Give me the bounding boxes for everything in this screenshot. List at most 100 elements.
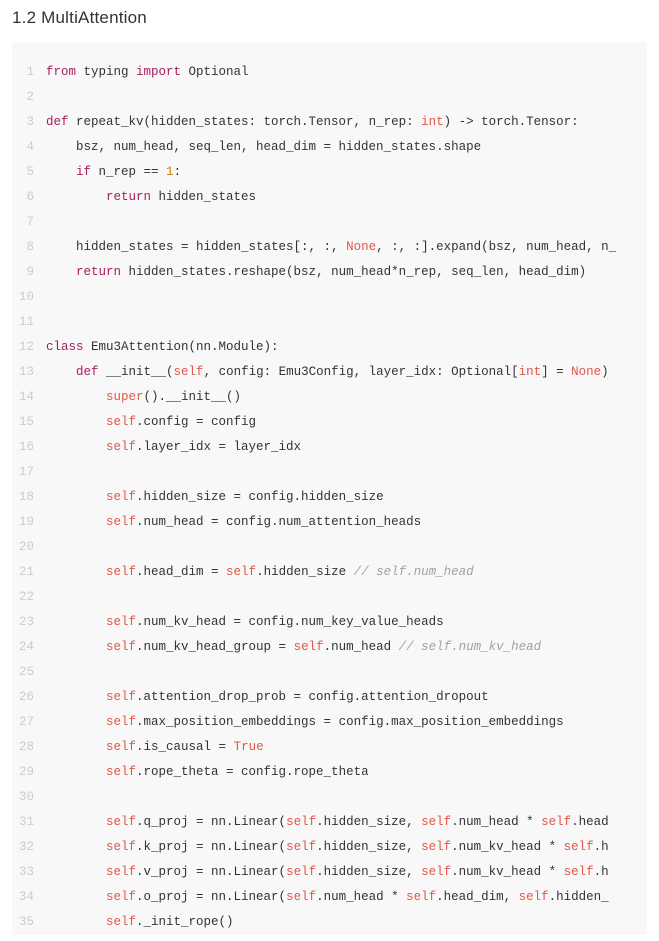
code-line: 20 [12, 535, 647, 560]
line-number: 21 [12, 560, 46, 585]
line-number: 18 [12, 485, 46, 510]
code-line: 13 def __init__(self, config: Emu3Config… [12, 360, 647, 385]
line-number: 16 [12, 435, 46, 460]
line-number: 29 [12, 760, 46, 785]
line-number: 4 [12, 135, 46, 160]
code-content [46, 585, 647, 610]
line-number: 19 [12, 510, 46, 535]
code-line: 22 [12, 585, 647, 610]
code-content: self.is_causal = True [46, 735, 647, 760]
code-content [46, 460, 647, 485]
code-content: self.attention_drop_prob = config.attent… [46, 685, 647, 710]
line-number: 3 [12, 110, 46, 135]
line-number: 27 [12, 710, 46, 735]
code-line: 30 [12, 785, 647, 810]
code-content: self.o_proj = nn.Linear(self.num_head * … [46, 885, 647, 910]
line-number: 5 [12, 160, 46, 185]
section-heading: 1.2 MultiAttention [0, 0, 659, 42]
line-number: 10 [12, 285, 46, 310]
line-number: 32 [12, 835, 46, 860]
code-line: 25 [12, 660, 647, 685]
line-number: 6 [12, 185, 46, 210]
code-line: 21 self.head_dim = self.hidden_size // s… [12, 560, 647, 585]
code-line: 6 return hidden_states [12, 185, 647, 210]
line-number: 11 [12, 310, 46, 335]
line-number: 26 [12, 685, 46, 710]
line-number: 7 [12, 210, 46, 235]
code-content [46, 535, 647, 560]
code-line: 19 self.num_head = config.num_attention_… [12, 510, 647, 535]
code-content: from typing import Optional [46, 60, 647, 85]
code-line: 28 self.is_causal = True [12, 735, 647, 760]
code-content: self.q_proj = nn.Linear(self.hidden_size… [46, 810, 647, 835]
code-line: 11 [12, 310, 647, 335]
code-content [46, 310, 647, 335]
line-number: 33 [12, 860, 46, 885]
line-number: 25 [12, 660, 46, 685]
code-content: self.k_proj = nn.Linear(self.hidden_size… [46, 835, 647, 860]
code-line: 12class Emu3Attention(nn.Module): [12, 335, 647, 360]
code-line: 33 self.v_proj = nn.Linear(self.hidden_s… [12, 860, 647, 885]
code-line: 14 super().__init__() [12, 385, 647, 410]
code-content: self.num_kv_head = config.num_key_value_… [46, 610, 647, 635]
code-line: 16 self.layer_idx = layer_idx [12, 435, 647, 460]
code-block: 1from typing import Optional23def repeat… [12, 42, 647, 935]
code-line: 23 self.num_kv_head = config.num_key_val… [12, 610, 647, 635]
code-content: return hidden_states [46, 185, 647, 210]
code-line: 17 [12, 460, 647, 485]
line-number: 8 [12, 235, 46, 260]
line-number: 28 [12, 735, 46, 760]
code-content: def repeat_kv(hidden_states: torch.Tenso… [46, 110, 647, 135]
code-content [46, 210, 647, 235]
code-line: 31 self.q_proj = nn.Linear(self.hidden_s… [12, 810, 647, 835]
code-line: 27 self.max_position_embeddings = config… [12, 710, 647, 735]
code-line: 1from typing import Optional [12, 60, 647, 85]
code-content: self._init_rope() [46, 910, 647, 935]
line-number: 35 [12, 910, 46, 935]
line-number: 30 [12, 785, 46, 810]
line-number: 9 [12, 260, 46, 285]
code-line: 32 self.k_proj = nn.Linear(self.hidden_s… [12, 835, 647, 860]
code-line: 15 self.config = config [12, 410, 647, 435]
code-line: 5 if n_rep == 1: [12, 160, 647, 185]
code-line: 34 self.o_proj = nn.Linear(self.num_head… [12, 885, 647, 910]
code-line: 24 self.num_kv_head_group = self.num_hea… [12, 635, 647, 660]
line-number: 24 [12, 635, 46, 660]
code-line: 10 [12, 285, 647, 310]
line-number: 15 [12, 410, 46, 435]
code-content: super().__init__() [46, 385, 647, 410]
line-number: 13 [12, 360, 46, 385]
code-content [46, 785, 647, 810]
line-number: 17 [12, 460, 46, 485]
code-line: 29 self.rope_theta = config.rope_theta [12, 760, 647, 785]
code-line: 35 self._init_rope() [12, 910, 647, 935]
code-content: if n_rep == 1: [46, 160, 647, 185]
code-content: self.num_kv_head_group = self.num_head /… [46, 635, 647, 660]
code-line: 9 return hidden_states.reshape(bsz, num_… [12, 260, 647, 285]
line-number: 22 [12, 585, 46, 610]
line-number: 31 [12, 810, 46, 835]
code-content: self.layer_idx = layer_idx [46, 435, 647, 460]
code-content: self.head_dim = self.hidden_size // self… [46, 560, 647, 585]
code-content: self.num_head = config.num_attention_hea… [46, 510, 647, 535]
line-number: 14 [12, 385, 46, 410]
code-line: 7 [12, 210, 647, 235]
code-content: self.max_position_embeddings = config.ma… [46, 710, 647, 735]
code-line: 3def repeat_kv(hidden_states: torch.Tens… [12, 110, 647, 135]
code-line: 18 self.hidden_size = config.hidden_size [12, 485, 647, 510]
code-content: self.v_proj = nn.Linear(self.hidden_size… [46, 860, 647, 885]
code-content [46, 660, 647, 685]
code-content [46, 285, 647, 310]
code-content: self.rope_theta = config.rope_theta [46, 760, 647, 785]
line-number: 1 [12, 60, 46, 85]
code-content: hidden_states = hidden_states[:, :, None… [46, 235, 647, 260]
code-line: 26 self.attention_drop_prob = config.att… [12, 685, 647, 710]
code-line: 2 [12, 85, 647, 110]
line-number: 34 [12, 885, 46, 910]
line-number: 23 [12, 610, 46, 635]
line-number: 20 [12, 535, 46, 560]
code-content: self.hidden_size = config.hidden_size [46, 485, 647, 510]
code-content: def __init__(self, config: Emu3Config, l… [46, 360, 647, 385]
line-number: 2 [12, 85, 46, 110]
line-number: 12 [12, 335, 46, 360]
